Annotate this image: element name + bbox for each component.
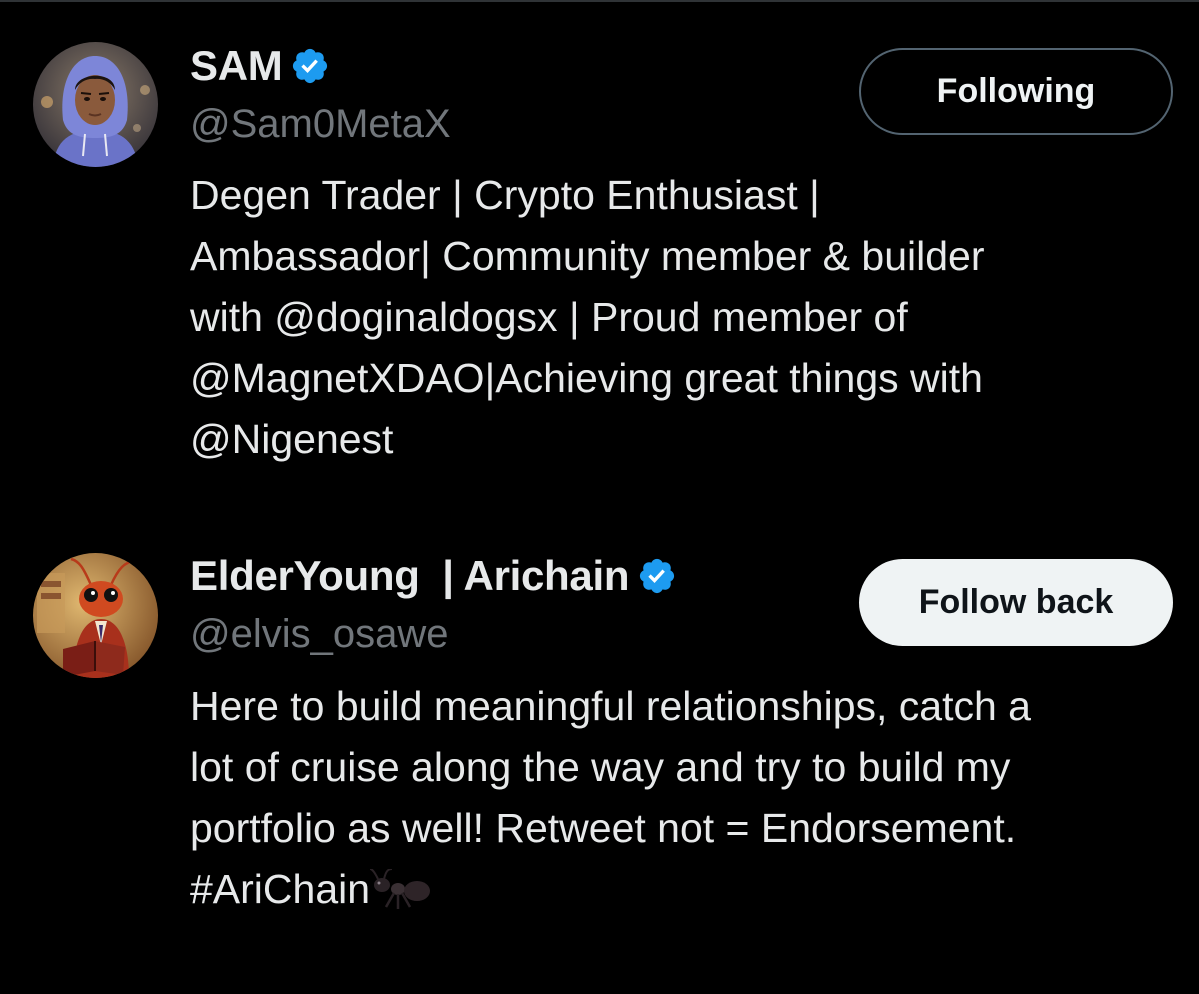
bio-line: with @doginaldogsx | Proud member of bbox=[190, 294, 908, 340]
bio-line: Degen Trader | Crypto Enthusiast | bbox=[190, 172, 820, 218]
ant-emoji-icon bbox=[369, 865, 432, 909]
hashtag-link[interactable]: #AriChain bbox=[190, 866, 370, 912]
bio-line: @MagnetXDAO|Achieving great things with bbox=[190, 355, 983, 401]
avatar[interactable] bbox=[33, 553, 158, 678]
bio-line: Here to build meaningful relationships, … bbox=[190, 683, 1031, 729]
bio-line: #AriChain bbox=[190, 859, 1180, 920]
user-handle[interactable]: @Sam0MetaX bbox=[190, 102, 451, 147]
bio-line: lot of cruise along the way and try to b… bbox=[190, 744, 1011, 790]
bio-line: Ambassador| Community member & builder bbox=[190, 233, 985, 279]
bio-line: @Nigenest bbox=[190, 416, 394, 462]
bio-line: portfolio as well! Retweet not = Endorse… bbox=[190, 805, 1017, 851]
name-row: SAM bbox=[190, 38, 330, 94]
display-name[interactable]: SAM bbox=[190, 42, 283, 90]
name-row: ElderYoung | Arichain bbox=[190, 548, 677, 604]
verified-badge-icon[interactable] bbox=[637, 556, 677, 596]
user-cell-elderyoung[interactable]: ElderYoung | Arichain @elvis_osawe Follo… bbox=[0, 520, 1199, 994]
verified-badge-icon[interactable] bbox=[290, 46, 330, 86]
user-cell-sam[interactable]: SAM @Sam0MetaX Following Degen Trader | … bbox=[0, 0, 1199, 500]
user-bio: Degen Trader | Crypto Enthusiast | Ambas… bbox=[190, 165, 1180, 470]
user-handle[interactable]: @elvis_osawe bbox=[190, 612, 449, 657]
avatar[interactable] bbox=[33, 42, 158, 167]
display-name[interactable]: ElderYoung | Arichain bbox=[190, 552, 630, 600]
user-bio: Here to build meaningful relationships, … bbox=[190, 676, 1180, 920]
following-button[interactable]: Following bbox=[859, 48, 1173, 135]
follow-back-button[interactable]: Follow back bbox=[859, 559, 1173, 646]
